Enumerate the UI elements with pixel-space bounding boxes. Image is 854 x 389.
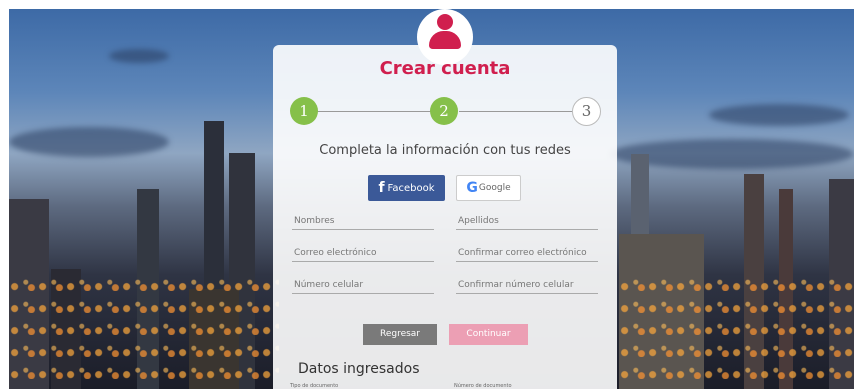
cloud xyxy=(109,49,169,63)
user-icon xyxy=(437,14,453,30)
step-3: 3 xyxy=(572,97,601,126)
summary-title: Datos ingresados xyxy=(298,361,420,377)
cloud xyxy=(709,104,849,126)
user-icon-body xyxy=(429,31,461,49)
stepper-line xyxy=(317,111,434,112)
city-lights xyxy=(9,269,279,389)
stepper-line xyxy=(459,111,572,112)
cloud xyxy=(9,127,169,157)
document-number-label: Número de documento xyxy=(454,383,512,389)
step-1: 1 xyxy=(290,97,318,125)
nombres-field[interactable]: Nombres xyxy=(292,212,434,230)
city-lights xyxy=(619,269,854,389)
email-field[interactable]: Correo electrónico xyxy=(292,244,434,262)
subtitle: Completa la información con tus redes xyxy=(319,143,571,158)
page-title: Crear cuenta xyxy=(379,58,511,79)
google-label: Google xyxy=(478,183,511,193)
continue-button[interactable]: Continuar xyxy=(449,324,528,345)
facebook-icon: f xyxy=(378,180,385,196)
confirm-phone-field[interactable]: Confirmar número celular xyxy=(456,276,598,294)
google-icon: G xyxy=(466,180,478,196)
back-button[interactable]: Regresar xyxy=(363,324,437,345)
google-button[interactable]: G Google xyxy=(456,175,521,201)
facebook-label: Facebook xyxy=(387,182,435,194)
step-2: 2 xyxy=(430,97,458,125)
facebook-button[interactable]: f Facebook xyxy=(368,175,445,201)
document-type-label: Tipo de documento xyxy=(290,383,339,389)
apellidos-field[interactable]: Apellidos xyxy=(456,212,598,230)
confirm-email-field[interactable]: Confirmar correo electrónico xyxy=(456,244,598,262)
user-avatar xyxy=(417,9,473,65)
phone-field[interactable]: Número celular xyxy=(292,276,434,294)
